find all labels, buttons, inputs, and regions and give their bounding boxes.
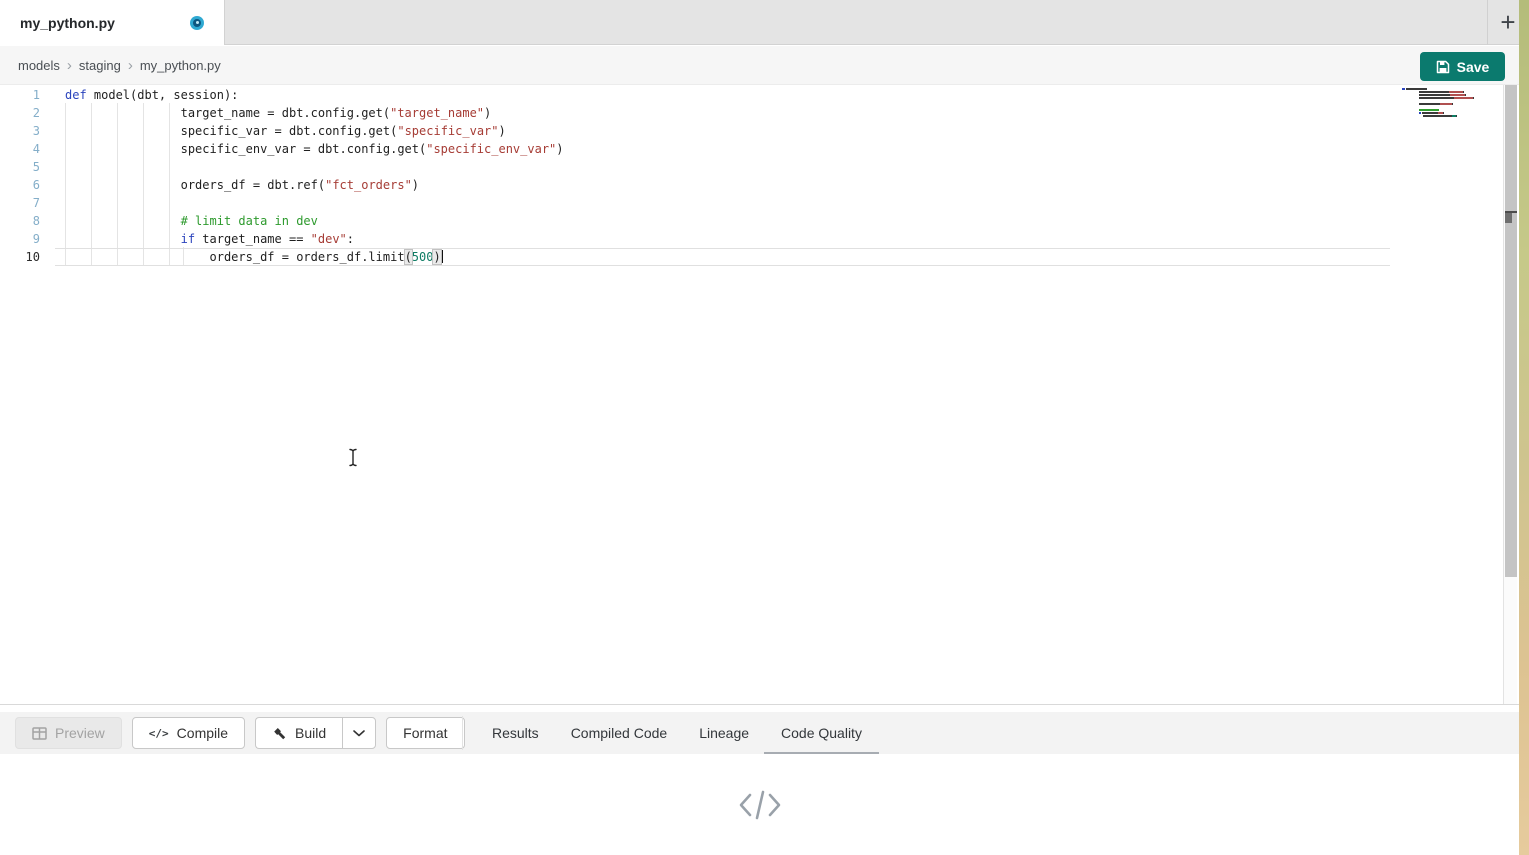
- line-number: 7: [0, 194, 40, 212]
- tab-compiled-code[interactable]: Compiled Code: [571, 712, 668, 754]
- breadcrumb-models[interactable]: models: [18, 58, 60, 73]
- code-line[interactable]: def model(dbt, session):: [65, 86, 564, 104]
- line-number-gutter: 12345678910: [0, 86, 40, 266]
- text-caret: [441, 250, 443, 263]
- line-number: 1: [0, 86, 40, 104]
- code-line[interactable]: target_name = dbt.config.get("target_nam…: [65, 104, 564, 122]
- mouse-text-cursor-icon: [347, 448, 359, 467]
- preview-label: Preview: [55, 725, 105, 741]
- unsaved-changes-icon: [190, 16, 204, 30]
- tab-code-quality[interactable]: Code Quality: [781, 712, 862, 754]
- compile-label: Compile: [177, 725, 228, 741]
- code-line[interactable]: if target_name == "dev":: [65, 230, 564, 248]
- line-number: 4: [0, 140, 40, 158]
- build-label: Build: [295, 725, 326, 741]
- compile-button[interactable]: </> Compile: [132, 717, 245, 749]
- chevron-down-icon: [353, 730, 365, 737]
- build-options-dropdown-button[interactable]: [342, 717, 376, 749]
- preview-button[interactable]: Preview: [15, 717, 122, 749]
- file-tab-bar: my_python.py +: [0, 0, 1519, 45]
- code-editor[interactable]: 12345678910 def model(dbt, session): tar…: [0, 85, 1519, 705]
- format-label: Format: [403, 725, 447, 741]
- code-line[interactable]: specific_var = dbt.config.get("specific_…: [65, 122, 564, 140]
- code-line[interactable]: orders_df = dbt.ref("fct_orders"): [65, 176, 564, 194]
- code-lines[interactable]: def model(dbt, session): target_name = d…: [65, 86, 564, 266]
- minimap[interactable]: [1402, 88, 1492, 118]
- scrollbar-thumb[interactable]: [1505, 85, 1517, 577]
- code-line[interactable]: [65, 158, 564, 176]
- line-number: 3: [0, 122, 40, 140]
- save-button-label: Save: [1457, 59, 1490, 75]
- action-buttons: Preview </> Compile Build: [15, 717, 465, 749]
- code-line[interactable]: [65, 194, 564, 212]
- code-placeholder-icon: [737, 788, 783, 822]
- tab-my-python-py[interactable]: my_python.py: [0, 0, 225, 45]
- hammer-icon: [272, 726, 287, 741]
- line-number: 6: [0, 176, 40, 194]
- floppy-disk-icon: [1436, 60, 1450, 74]
- code-line[interactable]: # limit data in dev: [65, 212, 564, 230]
- code-brackets-icon: </>: [149, 727, 169, 740]
- table-grid-icon: [32, 727, 47, 740]
- breadcrumb-staging[interactable]: staging: [79, 58, 121, 73]
- tab-title: my_python.py: [20, 15, 115, 31]
- line-number: 8: [0, 212, 40, 230]
- new-tab-button[interactable]: +: [1493, 7, 1523, 37]
- desktop-edge-strip: [1519, 0, 1529, 855]
- tab-results[interactable]: Results: [492, 712, 539, 754]
- tab-lineage[interactable]: Lineage: [699, 712, 749, 754]
- chevron-right-icon: ›: [128, 57, 133, 74]
- build-button[interactable]: Build: [255, 717, 342, 749]
- breadcrumb-bar: models › staging › my_python.py Save: [0, 46, 1519, 85]
- vertical-scrollbar[interactable]: [1503, 85, 1517, 704]
- line-number: 5: [0, 158, 40, 176]
- code-line[interactable]: orders_df = orders_df.limit(500): [65, 248, 564, 266]
- save-button[interactable]: Save: [1420, 52, 1505, 81]
- line-number: 9: [0, 230, 40, 248]
- chevron-right-icon: ›: [67, 57, 72, 74]
- code-quality-panel: [0, 754, 1519, 855]
- line-number: 10: [0, 248, 40, 266]
- format-button[interactable]: Format: [386, 717, 464, 749]
- bottom-toolbar: Preview </> Compile Build: [0, 712, 1519, 754]
- line-number: 2: [0, 104, 40, 122]
- code-line[interactable]: specific_env_var = dbt.config.get("speci…: [65, 140, 564, 158]
- result-panel-tabs: Results Compiled Code Lineage Code Quali…: [492, 712, 862, 754]
- tab-bar-divider: [1487, 0, 1488, 45]
- breadcrumb-file[interactable]: my_python.py: [140, 58, 221, 73]
- scrollbar-cursor-marker-block: [1505, 213, 1512, 223]
- toolbar-divider: [462, 716, 463, 750]
- build-split-button: Build: [255, 717, 376, 749]
- ide-window: my_python.py + models › staging › my_pyt…: [0, 0, 1529, 855]
